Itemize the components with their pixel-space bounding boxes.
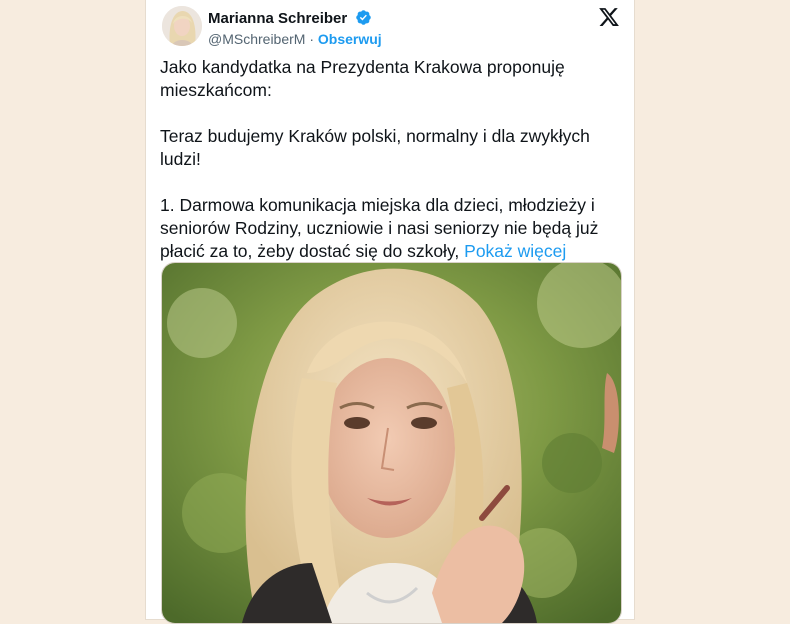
tweet-paragraph-3: 1. Darmowa komunikacja miejska dla dziec… xyxy=(160,194,622,263)
tweet-card: Marianna Schreiber @MSchreiberM · Obserw… xyxy=(145,0,635,624)
follow-button[interactable]: Obserwuj xyxy=(318,31,382,47)
x-logo-icon[interactable] xyxy=(598,6,620,28)
author-name-text: Marianna Schreiber xyxy=(208,10,348,27)
author-name[interactable]: Marianna Schreiber xyxy=(208,9,372,27)
tweet-paragraph-2: Teraz budujemy Kraków polski, normalny i… xyxy=(160,126,590,169)
tweet-text: Jako kandydatka na Prezydenta Krakowa pr… xyxy=(160,56,622,263)
author-avatar[interactable] xyxy=(162,6,202,46)
tweet-paragraph-1: Jako kandydatka na Prezydenta Krakowa pr… xyxy=(160,57,565,100)
author-handle[interactable]: @MSchreiberM xyxy=(208,31,305,47)
verified-badge-icon xyxy=(356,10,372,25)
tweet-photo[interactable] xyxy=(161,262,622,624)
separator-dot: · xyxy=(309,31,315,47)
portrait-photo xyxy=(162,263,621,623)
avatar-image xyxy=(162,6,202,46)
handle-line: @MSchreiberM · Obserwuj xyxy=(208,31,382,47)
show-more-link[interactable]: Pokaż więcej xyxy=(464,241,566,261)
